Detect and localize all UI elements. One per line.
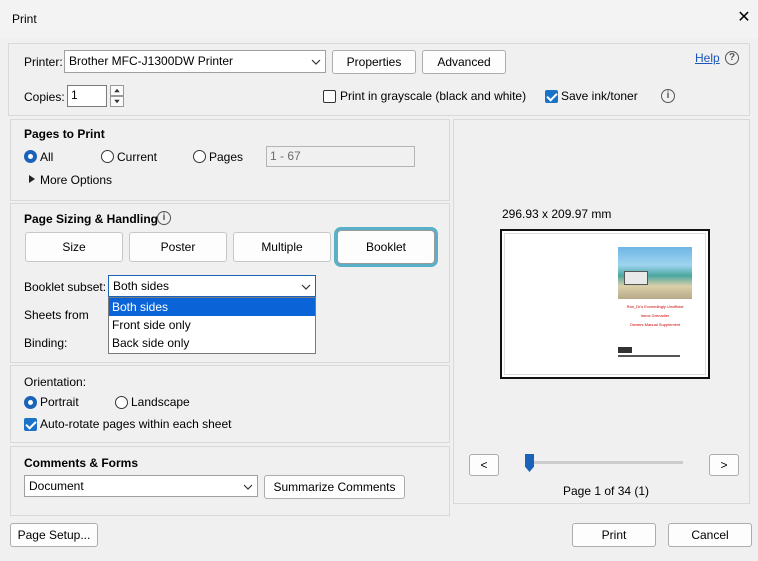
pages-to-print-title: Pages to Print — [24, 127, 105, 141]
printer-value: Brother MFC-J1300DW Printer — [69, 54, 234, 68]
preview-text-1: Ran_Dr's Exceedingly Unofficial — [626, 304, 684, 309]
poster-button[interactable]: Poster — [129, 232, 227, 262]
comments-forms-select[interactable]: Document — [24, 475, 258, 497]
copies-label: Copies: — [24, 90, 65, 104]
landscape-label: Landscape — [131, 395, 190, 409]
arrow-up-icon — [114, 88, 120, 93]
copies-down-button[interactable] — [110, 96, 124, 107]
page-slider-track[interactable] — [525, 461, 683, 464]
current-page-radio[interactable] — [101, 150, 114, 163]
triangle-right-icon[interactable] — [28, 174, 36, 184]
preview-text-3: Owners Manual Supplement — [629, 322, 681, 327]
grayscale-checkbox[interactable] — [323, 90, 336, 103]
portrait-radio[interactable] — [24, 396, 37, 409]
properties-button[interactable]: Properties — [332, 50, 416, 74]
close-icon[interactable]: ✕ — [735, 9, 753, 27]
cancel-button[interactable]: Cancel — [668, 523, 752, 547]
preview-license-badge — [618, 347, 632, 353]
binding-label: Binding: — [24, 336, 68, 350]
page-sizing-title: Page Sizing & Handling — [24, 212, 159, 226]
next-page-button[interactable]: > — [709, 454, 739, 476]
all-pages-radio[interactable] — [24, 150, 37, 163]
portrait-label: Portrait — [40, 395, 79, 409]
help-question-icon[interactable]: ? — [725, 51, 739, 65]
previous-page-button[interactable]: < — [469, 454, 499, 476]
booklet-subset-value: Both sides — [113, 279, 170, 293]
sheets-from-label: Sheets from — [24, 308, 89, 322]
current-page-label: Current — [117, 150, 158, 164]
landscape-radio[interactable] — [115, 396, 128, 409]
save-ink-label: Save ink/toner — [561, 89, 638, 103]
option-back-side-only[interactable]: Back side only — [109, 334, 315, 352]
all-pages-label: All — [40, 150, 54, 164]
chevron-down-icon — [311, 59, 321, 65]
multiple-button[interactable]: Multiple — [233, 232, 331, 262]
window-title: Print — [12, 12, 37, 26]
preview-text-2: Ineos Grenadier — [640, 313, 670, 318]
booklet-subset-dropdown: Both sides Front side only Back side onl… — [108, 297, 316, 354]
page-setup-button[interactable]: Page Setup... — [10, 523, 98, 547]
summarize-comments-button[interactable]: Summarize Comments — [264, 475, 405, 499]
copies-up-button[interactable] — [110, 85, 124, 96]
printer-select[interactable]: Brother MFC-J1300DW Printer — [64, 50, 326, 73]
printer-label: Printer: — [24, 55, 63, 69]
copies-value: 1 — [71, 88, 78, 102]
option-both-sides[interactable]: Both sides — [109, 298, 315, 316]
preview-title-text: Ran_Dr's Exceedingly Unofficial Ineos Gr… — [602, 302, 708, 329]
chevron-down-icon — [301, 284, 311, 290]
more-options-toggle[interactable]: More Options — [40, 173, 112, 187]
info-icon[interactable]: i — [661, 89, 675, 103]
page-range-value: 1 - 67 — [270, 149, 301, 163]
option-front-side-only[interactable]: Front side only — [109, 316, 315, 334]
booklet-subset-select[interactable]: Both sides — [108, 275, 316, 297]
chevron-down-icon — [243, 484, 253, 490]
preview-footer-line — [618, 355, 680, 357]
size-button[interactable]: Size — [25, 232, 123, 262]
vehicle-shape — [624, 271, 648, 285]
orientation-title: Orientation: — [24, 375, 87, 389]
title-bar — [0, 0, 758, 38]
preview-dimensions: 296.93 x 209.97 mm — [502, 207, 612, 221]
comments-forms-title: Comments & Forms — [24, 456, 139, 470]
pages-label: Pages — [209, 150, 244, 164]
booklet-button[interactable]: Booklet — [337, 230, 435, 264]
booklet-subset-label: Booklet subset: — [24, 280, 107, 294]
help-link[interactable]: Help — [695, 51, 720, 65]
print-button[interactable]: Print — [572, 523, 656, 547]
auto-rotate-label: Auto-rotate pages within each sheet — [40, 417, 232, 431]
preview-photo — [618, 247, 692, 299]
info-icon[interactable]: i — [157, 211, 171, 225]
page-indicator: Page 1 of 34 (1) — [563, 484, 650, 498]
comments-forms-value: Document — [29, 479, 84, 493]
save-ink-checkbox[interactable] — [545, 90, 558, 103]
copies-input[interactable]: 1 — [67, 85, 107, 107]
page-range-input[interactable]: 1 - 67 — [266, 146, 415, 167]
arrow-down-icon — [114, 99, 120, 104]
auto-rotate-checkbox[interactable] — [24, 418, 37, 431]
preview-page: Ran_Dr's Exceedingly Unofficial Ineos Gr… — [500, 229, 710, 379]
advanced-button[interactable]: Advanced — [422, 50, 506, 74]
pages-radio[interactable] — [193, 150, 206, 163]
grayscale-label: Print in grayscale (black and white) — [340, 89, 527, 103]
